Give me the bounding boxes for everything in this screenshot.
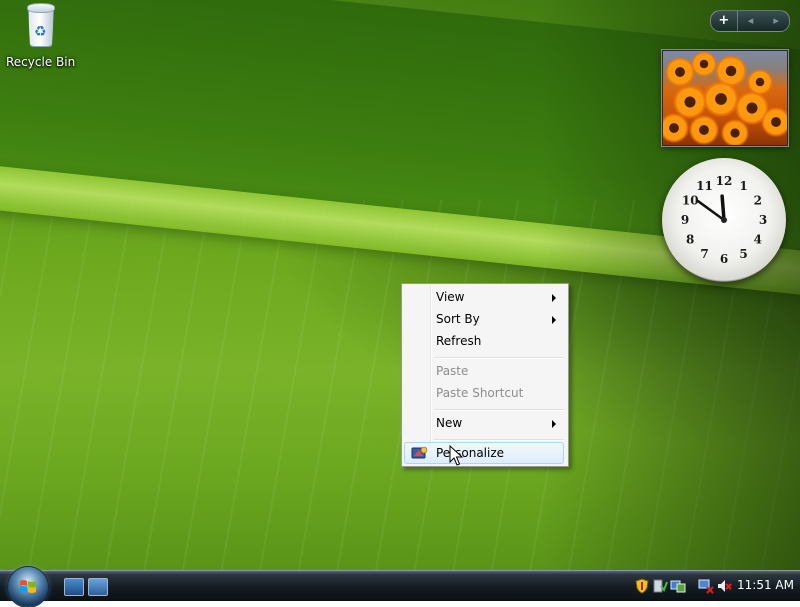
previous-page-button[interactable]: ◂ (738, 11, 764, 31)
desktop-context-menu: View Sort By Refresh Paste Paste Shortcu… (401, 283, 569, 467)
flower-image-part (761, 107, 787, 137)
menu-item-personalize[interactable]: Personalize (404, 442, 564, 464)
slideshow-gadget[interactable] (662, 50, 788, 146)
next-page-button[interactable]: ▸ (763, 11, 789, 31)
clock-numeral: 8 (686, 233, 694, 247)
flower-image-part (663, 113, 689, 143)
submenu-arrow-icon (552, 316, 556, 324)
menu-item-label: Paste Shortcut (436, 386, 524, 400)
menu-separator (434, 409, 564, 411)
flower-image-part (689, 115, 719, 145)
menu-item-label: Personalize (436, 446, 505, 460)
clock-numeral: 2 (754, 194, 762, 208)
recycle-bin-icon: ♻ (24, 3, 56, 47)
menu-item-label: New (436, 416, 463, 430)
show-desktop-icon[interactable] (64, 578, 84, 596)
clock-numeral: 7 (700, 247, 708, 261)
desktop-icon-recycle-bin[interactable]: ♻ Recycle Bin (6, 3, 76, 69)
clock-numeral: 1 (739, 179, 747, 193)
submenu-arrow-icon (552, 420, 556, 428)
menu-item-label: Paste (436, 364, 469, 378)
clock-numeral: 9 (681, 213, 689, 227)
network-disconnected-icon[interactable] (698, 578, 714, 594)
menu-item-new[interactable]: New (404, 412, 564, 434)
menu-item-label: Refresh (436, 334, 482, 348)
menu-item-label: View (436, 290, 465, 304)
volume-muted-icon[interactable] (716, 578, 732, 594)
clock-numeral: 5 (739, 247, 747, 261)
start-button[interactable] (8, 567, 48, 607)
sidebar-gadget-controls: + ◂ ▸ (710, 10, 790, 32)
clock-numeral: 3 (759, 213, 767, 227)
submenu-arrow-icon (552, 294, 556, 302)
flower-image-part (691, 51, 717, 77)
desktop-background[interactable]: ♻ Recycle Bin + ◂ ▸ 12 1 2 3 4 5 6 7 8 9 10 11 (0, 0, 800, 570)
clock-face: 12 12 3 45678 9 1011 (681, 174, 767, 266)
clock-numeral: 12 (716, 174, 733, 188)
taskbar: 11:51 AM (0, 567, 800, 607)
security-shield-icon[interactable] (634, 578, 650, 594)
switch-windows-icon[interactable] (88, 578, 108, 596)
menu-item-label: Sort By (436, 312, 480, 326)
menu-item-view[interactable]: View (404, 286, 564, 308)
clock-gadget[interactable]: 12 1 2 3 4 5 6 7 8 9 10 11 (662, 158, 786, 282)
clock-numeral: 11 (696, 179, 713, 193)
flower-image-part (703, 81, 739, 117)
clock-hour-hand (720, 194, 726, 222)
menu-item-refresh[interactable]: Refresh (404, 330, 564, 352)
windows-logo-icon (20, 580, 36, 593)
desktop-icon-label: Recycle Bin (6, 55, 76, 69)
menu-item-paste[interactable]: Paste (404, 360, 564, 382)
clock-minute-hand (696, 199, 726, 222)
clock-numeral: 10 (682, 194, 699, 208)
personalize-icon (411, 446, 429, 460)
menu-item-sort-by[interactable]: Sort By (404, 308, 564, 330)
flower-image-part (721, 119, 749, 145)
clock-numeral: 6 (720, 252, 728, 266)
taskbar-clock[interactable]: 11:51 AM (737, 578, 794, 592)
menu-separator (434, 357, 564, 359)
clock-numeral: 4 (754, 233, 762, 247)
sidebar-tray-icon[interactable] (652, 578, 668, 594)
menu-item-paste-shortcut[interactable]: Paste Shortcut (404, 382, 564, 404)
clock-center-pin (721, 217, 727, 223)
menu-separator (434, 439, 564, 441)
add-gadget-button[interactable]: + (711, 11, 738, 31)
mouse-cursor-icon (449, 445, 463, 466)
network-icon[interactable] (670, 578, 686, 594)
